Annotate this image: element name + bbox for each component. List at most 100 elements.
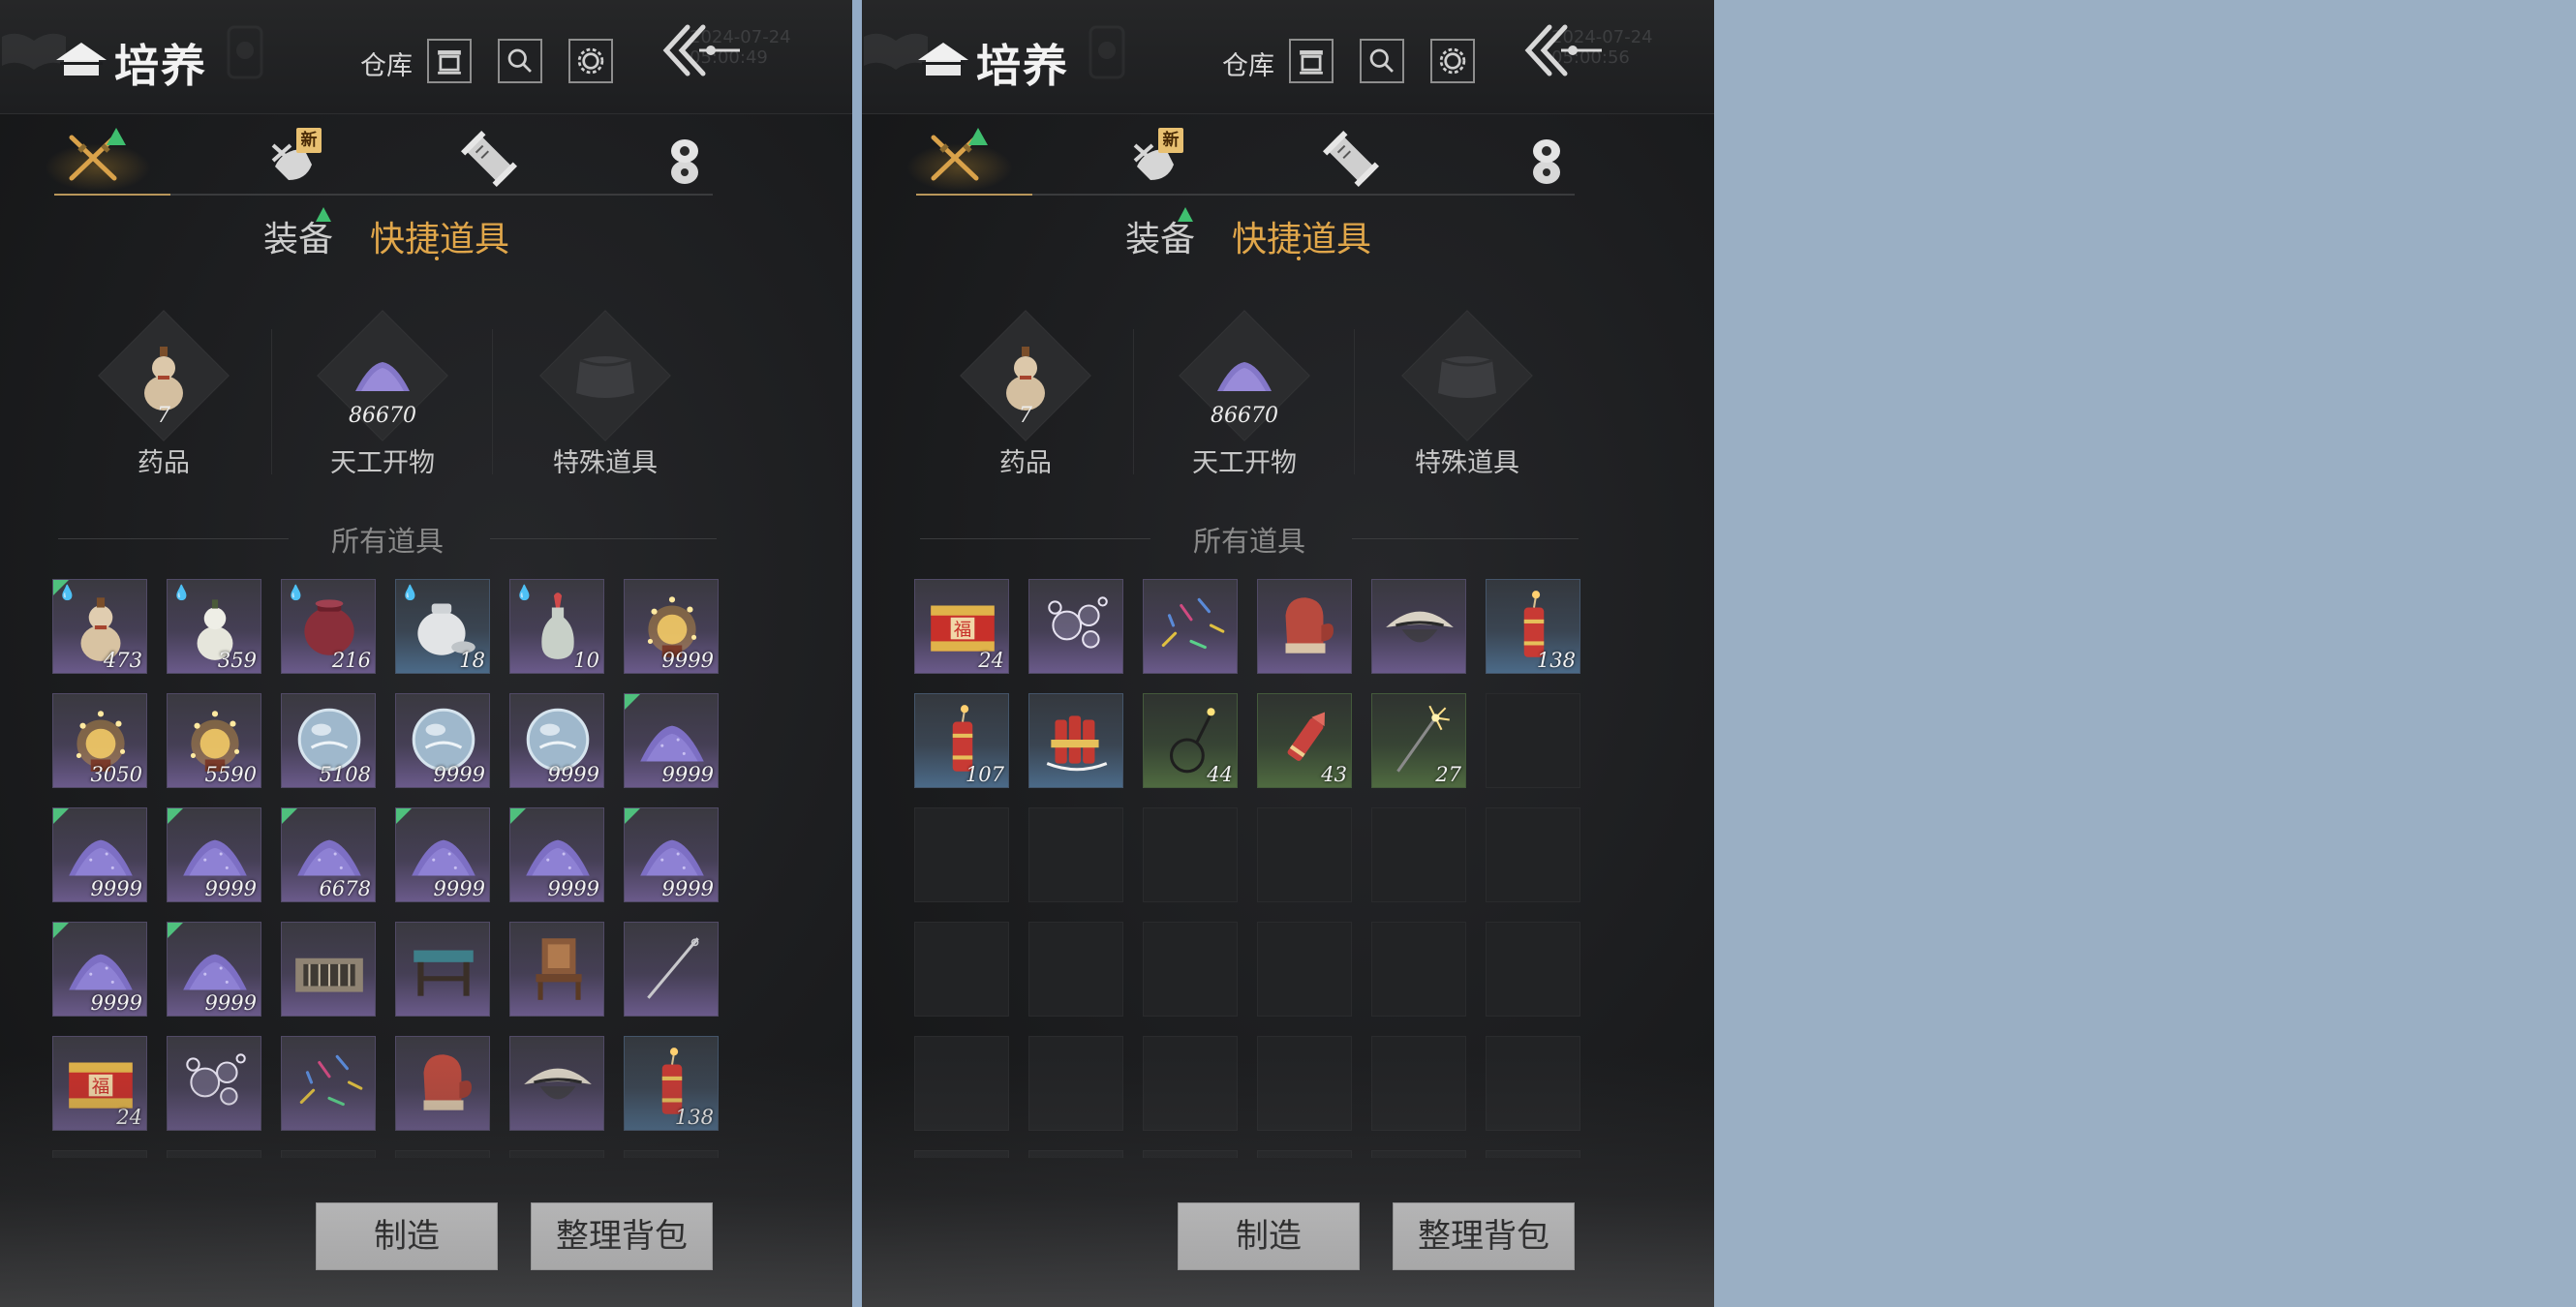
empty-item-slot[interactable] xyxy=(167,1150,261,1158)
empty-item-slot[interactable] xyxy=(509,1150,604,1158)
item-slot[interactable]: 27 xyxy=(1371,693,1466,788)
empty-item-slot[interactable] xyxy=(914,1150,1009,1158)
empty-item-slot[interactable] xyxy=(1257,1150,1352,1158)
empty-item-slot[interactable] xyxy=(1143,807,1238,902)
quick-slot-tiangong[interactable]: 86670 天工开物 xyxy=(291,308,475,482)
quick-slot-special[interactable]: 特殊道具 xyxy=(1375,308,1559,482)
item-slot[interactable] xyxy=(1257,579,1352,674)
item-slot[interactable] xyxy=(624,922,719,1017)
item-count: 9999 xyxy=(90,991,142,1015)
item-slot[interactable]: 福 24 xyxy=(52,1036,147,1131)
tab-scrolls[interactable] xyxy=(1319,128,1383,190)
empty-item-slot[interactable] xyxy=(1143,922,1238,1017)
empty-item-slot[interactable] xyxy=(1028,1150,1123,1158)
item-slot[interactable]: 3050 xyxy=(52,693,147,788)
item-slot[interactable]: 43 xyxy=(1257,693,1352,788)
item-slot[interactable]: 9999 xyxy=(52,922,147,1017)
empty-item-slot[interactable] xyxy=(914,922,1009,1017)
item-count: 10 xyxy=(573,649,599,672)
subtab-quick-items[interactable]: 快捷道具 xyxy=(1232,211,1371,261)
item-slot[interactable] xyxy=(509,1036,604,1131)
tab-scrolls[interactable] xyxy=(457,128,521,190)
item-slot[interactable]: 9999 xyxy=(167,807,261,902)
back-arrow-icon[interactable] xyxy=(655,17,746,85)
empty-item-slot[interactable] xyxy=(1486,1036,1580,1131)
warehouse-button[interactable] xyxy=(427,39,472,83)
item-slot[interactable]: 💧 10 xyxy=(509,579,604,674)
empty-item-slot[interactable] xyxy=(1486,693,1580,788)
item-slot[interactable]: 9999 xyxy=(509,807,604,902)
subtab-quick-items[interactable]: 快捷道具 xyxy=(370,211,509,261)
item-slot[interactable]: 5108 xyxy=(281,693,376,788)
quick-slot-special[interactable]: 特殊道具 xyxy=(513,308,697,482)
item-slot[interactable]: 107 xyxy=(914,693,1009,788)
item-slot[interactable]: 6678 xyxy=(281,807,376,902)
item-slot[interactable]: 💧 359 xyxy=(167,579,261,674)
quick-slot-tiangong[interactable]: 86670 天工开物 xyxy=(1152,308,1336,482)
item-slot[interactable]: 9999 xyxy=(395,807,490,902)
upgrade-arrow-icon xyxy=(968,128,988,145)
item-slot[interactable] xyxy=(1143,579,1238,674)
back-arrow-icon[interactable] xyxy=(1517,17,1608,85)
item-slot[interactable]: 9999 xyxy=(624,807,719,902)
sort-bag-button[interactable]: 整理背包 xyxy=(531,1202,713,1270)
empty-item-slot[interactable] xyxy=(1028,1036,1123,1131)
item-slot[interactable] xyxy=(167,1036,261,1131)
active-tab-underline xyxy=(916,194,1032,196)
item-slot[interactable]: 福 24 xyxy=(914,579,1009,674)
item-slot[interactable] xyxy=(281,1036,376,1131)
item-slot[interactable]: 9999 xyxy=(395,693,490,788)
empty-item-slot[interactable] xyxy=(52,1150,147,1158)
item-slot[interactable] xyxy=(1028,579,1123,674)
quick-slot-medicine[interactable]: 7 药品 xyxy=(934,308,1118,482)
empty-item-slot[interactable] xyxy=(914,807,1009,902)
empty-item-slot[interactable] xyxy=(1257,1036,1352,1131)
search-button[interactable] xyxy=(498,39,542,83)
item-slot[interactable]: 138 xyxy=(1486,579,1580,674)
item-slot[interactable]: 9999 xyxy=(52,807,147,902)
craft-button[interactable]: 制造 xyxy=(1178,1202,1360,1270)
empty-item-slot[interactable] xyxy=(1371,1036,1466,1131)
sort-bag-button[interactable]: 整理背包 xyxy=(1393,1202,1575,1270)
empty-item-slot[interactable] xyxy=(1486,1150,1580,1158)
item-slot[interactable]: 5590 xyxy=(167,693,261,788)
empty-item-slot[interactable] xyxy=(1371,922,1466,1017)
empty-item-slot[interactable] xyxy=(1143,1036,1238,1131)
craft-button[interactable]: 制造 xyxy=(316,1202,498,1270)
item-slot[interactable]: 44 xyxy=(1143,693,1238,788)
item-slot[interactable] xyxy=(509,922,604,1017)
item-slot[interactable] xyxy=(281,922,376,1017)
empty-item-slot[interactable] xyxy=(1143,1150,1238,1158)
empty-item-slot[interactable] xyxy=(1257,922,1352,1017)
tab-currency[interactable] xyxy=(1515,128,1579,190)
search-button[interactable] xyxy=(1360,39,1404,83)
empty-item-slot[interactable] xyxy=(624,1150,719,1158)
settings-button[interactable] xyxy=(1430,39,1475,83)
item-slot[interactable]: 💧 18 xyxy=(395,579,490,674)
empty-item-slot[interactable] xyxy=(1028,922,1123,1017)
tab-currency[interactable] xyxy=(653,128,717,190)
empty-item-slot[interactable] xyxy=(395,1150,490,1158)
item-slot[interactable]: 9999 xyxy=(167,922,261,1017)
item-slot[interactable]: 9999 xyxy=(509,693,604,788)
item-slot[interactable]: 💧 216 xyxy=(281,579,376,674)
item-slot[interactable] xyxy=(1028,693,1123,788)
item-slot[interactable]: 9999 xyxy=(624,693,719,788)
item-slot[interactable]: 💧 473 xyxy=(52,579,147,674)
item-slot[interactable] xyxy=(1371,579,1466,674)
warehouse-button[interactable] xyxy=(1289,39,1334,83)
item-slot[interactable]: 138 xyxy=(624,1036,719,1131)
item-slot[interactable]: 9999 xyxy=(624,579,719,674)
empty-item-slot[interactable] xyxy=(1371,807,1466,902)
empty-item-slot[interactable] xyxy=(1257,807,1352,902)
empty-item-slot[interactable] xyxy=(914,1036,1009,1131)
empty-item-slot[interactable] xyxy=(1486,922,1580,1017)
empty-item-slot[interactable] xyxy=(1371,1150,1466,1158)
quick-slot-medicine[interactable]: 7 药品 xyxy=(72,308,256,482)
empty-item-slot[interactable] xyxy=(281,1150,376,1158)
empty-item-slot[interactable] xyxy=(1028,807,1123,902)
item-slot[interactable] xyxy=(395,1036,490,1131)
settings-button[interactable] xyxy=(568,39,613,83)
empty-item-slot[interactable] xyxy=(1486,807,1580,902)
item-slot[interactable] xyxy=(395,922,490,1017)
